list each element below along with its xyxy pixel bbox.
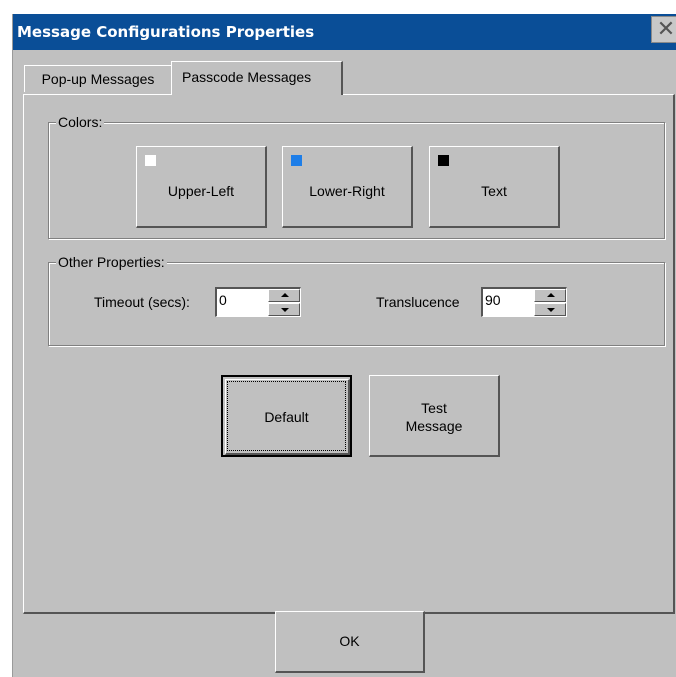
- arrow-up-icon: [281, 293, 289, 297]
- arrow-down-icon: [281, 308, 289, 312]
- translucence-spin-buttons: [534, 289, 566, 316]
- text-color-button[interactable]: Text: [429, 146, 560, 228]
- test-button-label-line1: Test: [421, 400, 447, 416]
- timeout-label: Timeout (secs):: [94, 294, 190, 310]
- ok-button-label: OK: [339, 633, 360, 649]
- timeout-spinner[interactable]: 0: [215, 287, 301, 317]
- translucence-up-button[interactable]: [534, 289, 566, 302]
- text-color-label: Text: [481, 183, 507, 199]
- upper-left-swatch: [145, 155, 156, 166]
- upper-left-color-button[interactable]: Upper-Left: [136, 146, 267, 228]
- close-icon[interactable]: ✕: [651, 16, 676, 43]
- other-properties-legend: Other Properties:: [56, 254, 167, 270]
- tab-popup-messages[interactable]: Pop-up Messages: [24, 65, 172, 92]
- default-button[interactable]: Default: [221, 375, 352, 457]
- translucence-spinner[interactable]: 90: [481, 287, 567, 317]
- upper-left-label: Upper-Left: [167, 183, 235, 199]
- ok-button[interactable]: OK: [275, 611, 425, 673]
- arrow-up-icon: [547, 293, 555, 297]
- tab-passcode-messages[interactable]: Passcode Messages: [171, 61, 343, 95]
- title-bar[interactable]: Message Configurations Properties ✕: [13, 14, 676, 50]
- other-properties-group: Other Properties: Timeout (secs): 0 Tran…: [48, 254, 665, 346]
- colors-group: Colors: Upper-Left Lower-Right Text: [48, 114, 665, 239]
- timeout-up-button[interactable]: [268, 289, 300, 302]
- properties-dialog: Message Configurations Properties ✕ Pop-…: [12, 14, 676, 677]
- timeout-input[interactable]: 0: [219, 292, 227, 308]
- colors-legend: Colors:: [56, 114, 105, 130]
- timeout-spin-buttons: [268, 289, 300, 316]
- window-title: Message Configurations Properties: [17, 23, 315, 41]
- lower-right-swatch: [291, 155, 302, 166]
- text-swatch: [438, 155, 449, 166]
- translucence-down-button[interactable]: [534, 303, 566, 316]
- default-button-label: Default: [264, 409, 309, 425]
- test-button-label-line2: Message: [405, 418, 463, 434]
- translucence-label: Translucence: [376, 294, 460, 310]
- translucence-input[interactable]: 90: [485, 292, 501, 308]
- lower-right-color-button[interactable]: Lower-Right: [282, 146, 413, 228]
- lower-right-label: Lower-Right: [309, 183, 385, 199]
- timeout-down-button[interactable]: [268, 303, 300, 316]
- arrow-down-icon: [547, 308, 555, 312]
- test-message-button[interactable]: Test Message: [369, 375, 500, 457]
- passcode-tab-panel: Colors: Upper-Left Lower-Right Text Othe…: [23, 94, 675, 614]
